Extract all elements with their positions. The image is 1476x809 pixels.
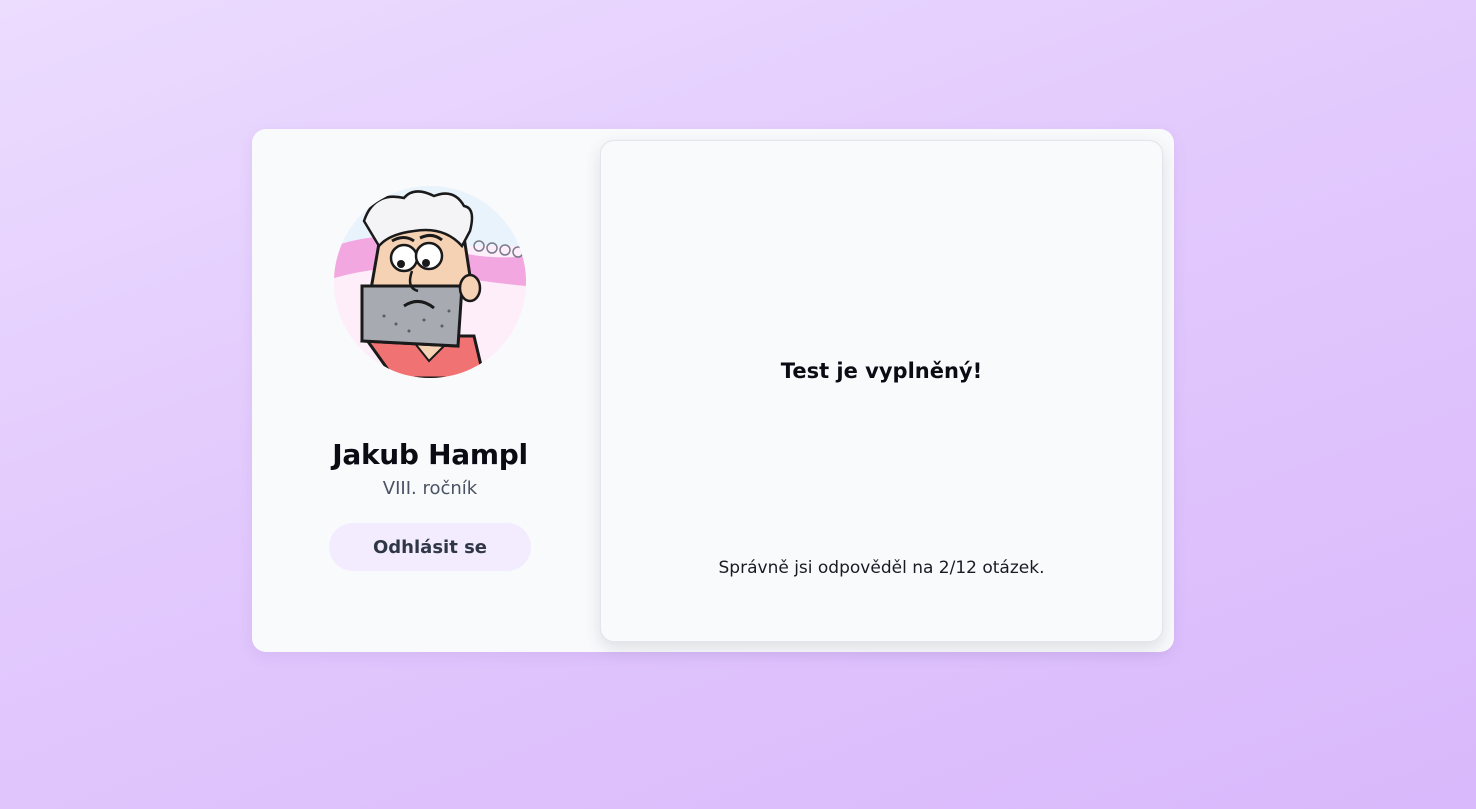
user-name: Jakub Hampl: [332, 438, 528, 471]
result-title: Test je vyplněný!: [780, 359, 983, 383]
profile-section: Jakub Hampl VIII. ročník Odhlásit se: [252, 129, 600, 652]
result-score: Správně jsi odpověděl na 2/12 otázek.: [718, 558, 1045, 578]
user-grade: VIII. ročník: [382, 478, 478, 499]
main-card: Jakub Hampl VIII. ročník Odhlásit se Tes…: [252, 129, 1174, 652]
cartoon-avatar-icon: [334, 186, 526, 378]
result-panel: Test je vyplněný! Správně jsi odpověděl …: [600, 140, 1163, 642]
logout-button[interactable]: Odhlásit se: [329, 523, 531, 571]
avatar: [334, 186, 526, 378]
